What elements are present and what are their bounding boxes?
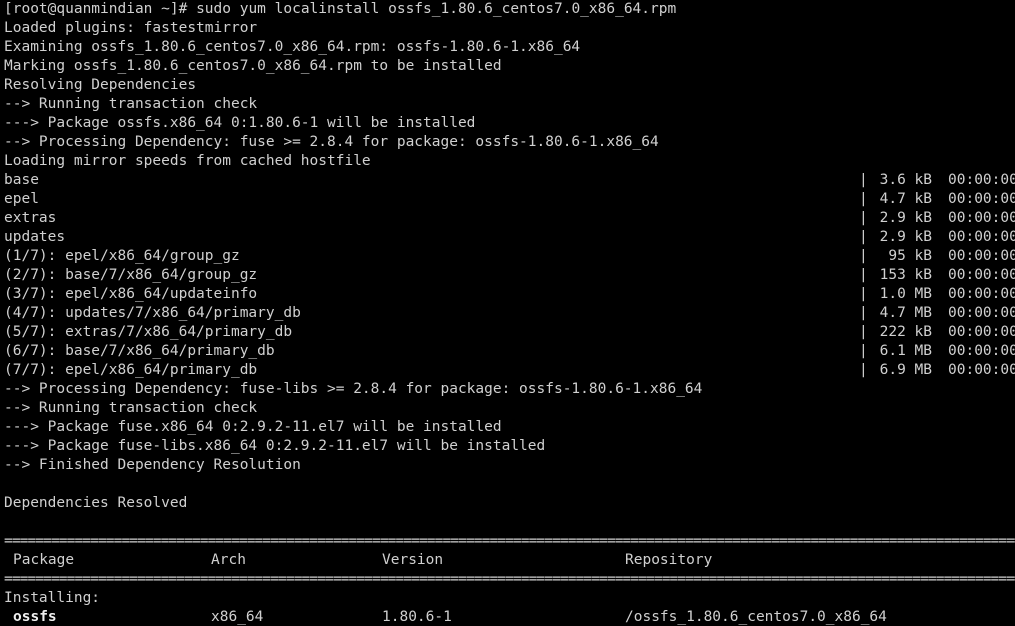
download-size: 2.9 kB: [879, 210, 932, 226]
output-line: Marking ossfs_1.80.6_centos7.0_x86_64.rp…: [4, 58, 502, 74]
header-arch: Arch: [211, 552, 246, 568]
column-separator: |: [859, 210, 868, 226]
shell-prompt: [root@quanmindian ~]#: [4, 1, 188, 17]
download-size: 3.6 kB: [879, 172, 932, 188]
download-time: 00:00:00: [948, 305, 1015, 321]
download-time: 00:00:00: [948, 248, 1015, 264]
row-version: 1.80.6-1: [382, 609, 452, 625]
download-time: 00:00:00: [948, 324, 1015, 340]
column-separator: |: [859, 191, 868, 207]
download-name: (6/7): base/7/x86_64/primary_db: [4, 343, 275, 359]
download-name: updates: [4, 229, 66, 245]
column-separator: |: [859, 362, 868, 378]
download-time: 00:00:00: [948, 362, 1015, 378]
download-size: 6.1 MB: [879, 343, 932, 359]
table-rule-bottom: ========================================…: [4, 571, 1015, 587]
column-separator: |: [859, 267, 868, 283]
output-line: --> Running transaction check: [4, 96, 258, 112]
table-rule-top: ========================================…: [4, 533, 1015, 549]
download-time: 00:00:00: [948, 343, 1015, 359]
output-line: --> Finished Dependency Resolution: [4, 457, 301, 473]
output-line: Loaded plugins: fastestmirror: [4, 20, 258, 36]
header-repository: Repository: [625, 552, 713, 568]
row-repository: /ossfs_1.80.6_centos7.0_x86_64: [625, 609, 887, 625]
download-size: 153 kB: [879, 267, 932, 283]
download-size: 1.0 MB: [879, 286, 932, 302]
download-size: 95 kB: [888, 248, 932, 264]
download-name: (5/7): extras/7/x86_64/primary_db: [4, 324, 293, 340]
output-line: Loading mirror speeds from cached hostfi…: [4, 153, 371, 169]
header-version: Version: [382, 552, 444, 568]
terminal-window[interactable]: [root@quanmindian ~]# sudo yum localinst…: [0, 0, 1015, 626]
column-separator: |: [859, 305, 868, 321]
download-time: 00:00:00: [948, 210, 1015, 226]
output-line: Dependencies Resolved: [4, 495, 188, 511]
download-time: 00:00:00: [948, 267, 1015, 283]
download-name: epel: [4, 191, 39, 207]
download-name: (4/7): updates/7/x86_64/primary_db: [4, 305, 301, 321]
output-line: ---> Package fuse.x86_64 0:2.9.2-11.el7 …: [4, 419, 502, 435]
output-line: --> Processing Dependency: fuse >= 2.8.4…: [4, 134, 659, 150]
download-name: base: [4, 172, 39, 188]
download-size: 222 kB: [879, 324, 932, 340]
download-time: 00:00:00: [948, 229, 1015, 245]
header-package: Package: [13, 552, 75, 568]
installing-label: Installing:: [4, 590, 101, 606]
column-separator: |: [859, 172, 868, 188]
row-package: ossfs: [13, 609, 57, 625]
download-name: extras: [4, 210, 57, 226]
command-line: [root@quanmindian ~]# sudo yum localinst…: [4, 0, 676, 19]
output-line: ---> Package ossfs.x86_64 0:1.80.6-1 wil…: [4, 115, 476, 131]
output-line: Resolving Dependencies: [4, 77, 197, 93]
output-line: Examining ossfs_1.80.6_centos7.0_x86_64.…: [4, 39, 581, 55]
typed-command: sudo yum localinstall ossfs_1.80.6_cento…: [196, 1, 677, 17]
download-name: (3/7): epel/x86_64/updateinfo: [4, 286, 258, 302]
output-line: ---> Package fuse-libs.x86_64 0:2.9.2-11…: [4, 438, 546, 454]
download-name: (2/7): base/7/x86_64/group_gz: [4, 267, 258, 283]
output-line: --> Running transaction check: [4, 400, 258, 416]
download-size: 6.9 MB: [879, 362, 932, 378]
row-arch: x86_64: [211, 609, 264, 625]
column-separator: |: [859, 343, 868, 359]
download-time: 00:00:00: [948, 191, 1015, 207]
column-separator: |: [859, 248, 868, 264]
download-name: (7/7): epel/x86_64/primary_db: [4, 362, 258, 378]
download-time: 00:00:00: [948, 286, 1015, 302]
column-separator: |: [859, 286, 868, 302]
download-name: (1/7): epel/x86_64/group_gz: [4, 248, 240, 264]
output-line: --> Processing Dependency: fuse-libs >= …: [4, 381, 703, 397]
column-separator: |: [859, 324, 868, 340]
download-size: 4.7 kB: [879, 191, 932, 207]
download-size: 2.9 kB: [879, 229, 932, 245]
download-size: 4.7 MB: [879, 305, 932, 321]
download-time: 00:00:00: [948, 172, 1015, 188]
column-separator: |: [859, 229, 868, 245]
